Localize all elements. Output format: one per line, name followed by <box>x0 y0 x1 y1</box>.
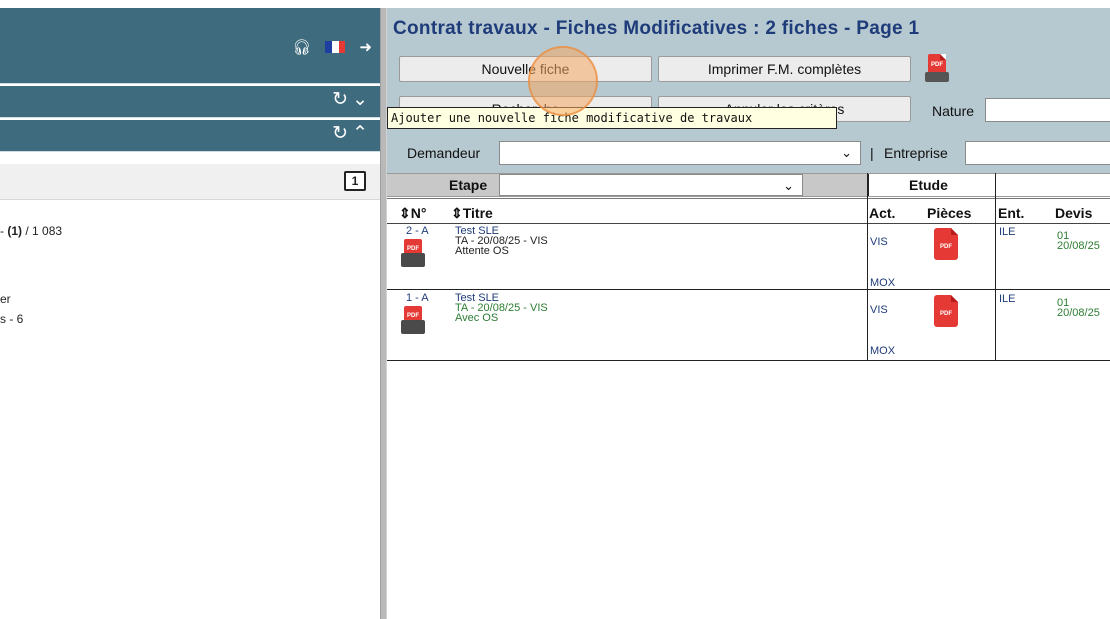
table-column-headers: ⇕N° ⇕Titre Act. Pièces Ent. Devis <box>387 205 1110 223</box>
nature-input[interactable] <box>985 98 1110 122</box>
refresh-icon[interactable]: ↻ <box>332 89 352 110</box>
chevron-up-icon[interactable]: ⌃ <box>352 123 372 144</box>
pdf-label: PDF <box>940 244 952 250</box>
top-icons: 🎧︎ ➜ <box>292 38 372 56</box>
header-separator <box>387 198 1110 199</box>
row-status: Attente OS <box>455 245 509 257</box>
print-pdf-icon[interactable]: PDF <box>401 306 425 336</box>
flag-stripe-blue <box>325 41 333 53</box>
column-ent: Ent. <box>998 205 1025 221</box>
printer-body <box>401 320 425 334</box>
row-separator <box>387 360 1110 361</box>
print-pdf-icon[interactable]: PDF <box>401 239 425 269</box>
row-act-2[interactable]: MOX <box>870 346 895 357</box>
click-indicator <box>528 46 598 116</box>
pdf-label: PDF <box>940 311 952 317</box>
demandeur-label: Demandeur <box>407 145 481 161</box>
record-counter: - (1) / 1 083 <box>0 224 62 238</box>
row-num[interactable]: 1 - A <box>406 293 429 304</box>
printer-tray <box>925 72 949 82</box>
refresh-icon[interactable]: ↻ <box>332 123 352 144</box>
column-num[interactable]: ⇕N° <box>399 205 426 222</box>
table-header-filters: Etape ⌄ Etude <box>387 173 1110 197</box>
right-panel: Contrat travaux - Fiches Modificatives :… <box>387 8 1110 619</box>
left-toolbar: 1 <box>0 164 380 200</box>
row-separator <box>387 289 1110 290</box>
entreprise-label: Entreprise <box>884 145 948 161</box>
demandeur-select[interactable]: ⌄ <box>499 141 861 165</box>
etape-label: Etape <box>449 177 488 193</box>
flag-stripe-white <box>332 41 339 53</box>
help-headset-icon[interactable]: 🎧︎ <box>292 38 311 56</box>
filter-separator: | <box>870 145 874 161</box>
nouvelle-fiche-button[interactable]: Nouvelle fiche <box>399 56 652 82</box>
etude-group-header: Etude <box>868 174 996 196</box>
col-line-ent <box>995 173 996 361</box>
chevron-down-icon[interactable]: ⌄ <box>352 89 372 110</box>
logout-icon[interactable]: ➜ <box>359 38 372 56</box>
col-line-act <box>867 173 868 361</box>
column-pieces: Pièces <box>927 205 972 221</box>
header-bottom-line <box>387 223 1110 224</box>
calendar-icon[interactable]: 1 <box>344 171 366 191</box>
column-act: Act. <box>869 205 896 221</box>
pdf-label: PDF <box>407 313 419 319</box>
pdf-document-icon[interactable]: PDF <box>934 228 958 260</box>
etude-label: Etude <box>909 177 948 193</box>
counter-total: / 1 083 <box>22 224 63 238</box>
etape-select[interactable]: ⌄ <box>499 174 803 196</box>
left-panel: 🎧︎ ➜ ↻⌄ ↻⌃ 1 - (1) / 1 083 er s - 6 <box>0 0 380 619</box>
row-num[interactable]: 2 - A <box>406 226 429 237</box>
french-flag-icon[interactable] <box>325 41 346 53</box>
chevron-down-icon: ⌄ <box>783 178 794 193</box>
row-devis-date: 20/08/25 <box>1057 307 1100 319</box>
devis-group-header <box>996 174 1110 196</box>
row-ent: ILE <box>999 226 1016 238</box>
pdf-document-icon[interactable]: PDF <box>934 295 958 327</box>
row-devis-date: 20/08/25 <box>1057 240 1100 252</box>
left-section-bar-1: ↻⌄ <box>0 86 380 118</box>
nature-label: Nature <box>932 103 975 119</box>
row-act[interactable]: VIS <box>870 305 888 316</box>
left-text-line-2: er <box>0 292 11 306</box>
chevron-down-icon: ⌄ <box>841 145 852 160</box>
left-top-bar: 🎧︎ ➜ <box>0 8 380 84</box>
row-act-2[interactable]: MOX <box>870 278 895 289</box>
row-status: Avec OS <box>455 312 499 324</box>
entreprise-select[interactable] <box>965 141 1110 165</box>
imprimer-fm-button[interactable]: Imprimer F.M. complètes <box>658 56 911 82</box>
app-window: 🎧︎ ➜ ↻⌄ ↻⌃ 1 - (1) / 1 083 er s - 6 Cont… <box>0 0 1110 619</box>
counter-current: (1) <box>7 224 23 238</box>
section1-controls: ↻⌄ <box>332 88 372 111</box>
pdf-label: PDF <box>931 62 943 68</box>
tooltip: Ajouter une nouvelle fiche modificative … <box>387 107 837 129</box>
page-title: Contrat travaux - Fiches Modificatives :… <box>393 18 920 39</box>
flag-stripe-red <box>338 41 346 53</box>
print-pdf-icon[interactable]: PDF <box>925 54 949 82</box>
column-titre[interactable]: ⇕Titre <box>451 205 493 222</box>
column-devis: Devis <box>1055 205 1093 221</box>
section2-controls: ↻⌃ <box>332 122 372 145</box>
row-ent: ILE <box>999 293 1016 305</box>
row-act[interactable]: VIS <box>870 237 888 248</box>
left-section-bar-2: ↻⌃ <box>0 120 380 152</box>
filter-header: Contrat travaux - Fiches Modificatives :… <box>387 8 1110 173</box>
left-text-line-3: s - 6 <box>0 312 24 326</box>
pane-splitter[interactable] <box>380 8 387 619</box>
pdf-label: PDF <box>407 246 419 252</box>
printer-body <box>401 253 425 267</box>
